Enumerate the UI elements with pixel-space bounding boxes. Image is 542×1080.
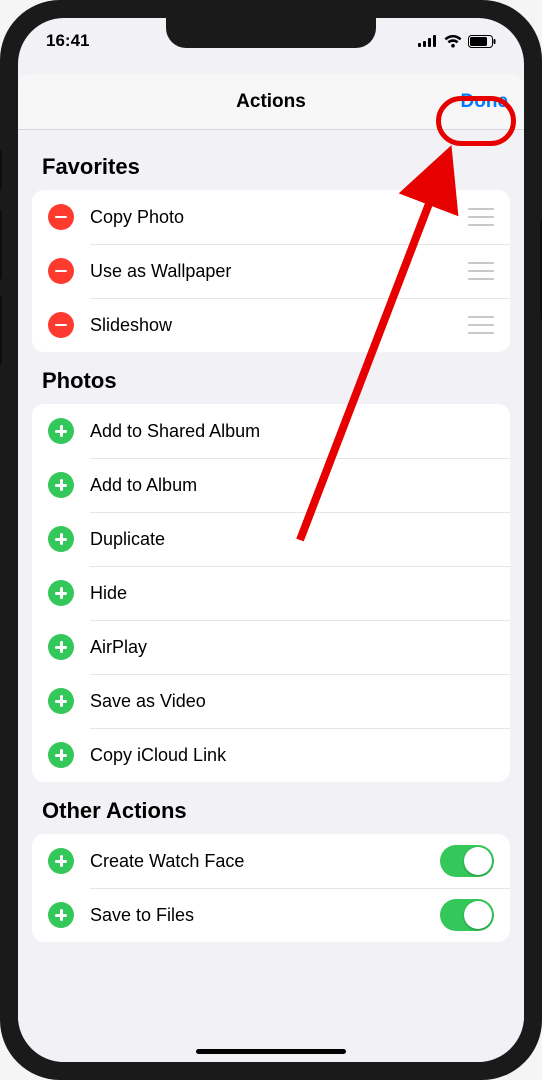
row-label: Hide	[90, 583, 494, 604]
photos-row[interactable]: Copy iCloud Link	[32, 728, 510, 782]
favorites-card: Copy Photo Use as Wallpaper Slideshow	[32, 190, 510, 352]
other-actions-header: Other Actions	[18, 782, 524, 834]
home-indicator[interactable]	[196, 1049, 346, 1054]
navbar: Actions Done	[18, 74, 524, 130]
other-row[interactable]: Create Watch Face	[32, 834, 510, 888]
cellular-signal-icon	[418, 35, 438, 47]
favorites-header: Favorites	[18, 138, 524, 190]
add-icon[interactable]	[48, 688, 74, 714]
remove-icon[interactable]	[48, 258, 74, 284]
row-label: Copy iCloud Link	[90, 745, 494, 766]
add-icon[interactable]	[48, 580, 74, 606]
actions-modal: Actions Done Favorites Copy Photo Use as…	[18, 74, 524, 1062]
wifi-icon	[444, 35, 462, 48]
photos-card: Add to Shared Album Add to Album Duplica…	[32, 404, 510, 782]
status-time: 16:41	[46, 31, 89, 51]
content-scroll[interactable]: Favorites Copy Photo Use as Wallpaper	[18, 130, 524, 1062]
row-label: Copy Photo	[90, 207, 460, 228]
favorites-row[interactable]: Use as Wallpaper	[32, 244, 510, 298]
favorites-row[interactable]: Slideshow	[32, 298, 510, 352]
add-icon[interactable]	[48, 742, 74, 768]
reorder-handle-icon[interactable]	[468, 316, 494, 334]
row-label: Create Watch Face	[90, 851, 440, 872]
row-label: Duplicate	[90, 529, 494, 550]
photos-row[interactable]: Hide	[32, 566, 510, 620]
add-icon[interactable]	[48, 526, 74, 552]
notch	[166, 18, 376, 48]
add-icon[interactable]	[48, 848, 74, 874]
done-button[interactable]: Done	[461, 91, 509, 113]
other-actions-card: Create Watch Face Save to Files	[32, 834, 510, 942]
navbar-title: Actions	[236, 91, 306, 113]
remove-icon[interactable]	[48, 312, 74, 338]
add-icon[interactable]	[48, 902, 74, 928]
row-label: Add to Shared Album	[90, 421, 494, 442]
photos-row[interactable]: Save as Video	[32, 674, 510, 728]
reorder-handle-icon[interactable]	[468, 262, 494, 280]
row-label: Save as Video	[90, 691, 494, 712]
add-icon[interactable]	[48, 418, 74, 444]
add-icon[interactable]	[48, 472, 74, 498]
photos-row[interactable]: Add to Album	[32, 458, 510, 512]
row-label: Add to Album	[90, 475, 494, 496]
row-label: Save to Files	[90, 905, 440, 926]
other-row[interactable]: Save to Files	[32, 888, 510, 942]
favorites-row[interactable]: Copy Photo	[32, 190, 510, 244]
row-label: AirPlay	[90, 637, 494, 658]
battery-icon	[468, 35, 496, 48]
add-icon[interactable]	[48, 634, 74, 660]
remove-icon[interactable]	[48, 204, 74, 230]
photos-row[interactable]: Duplicate	[32, 512, 510, 566]
reorder-handle-icon[interactable]	[468, 208, 494, 226]
photos-header: Photos	[18, 352, 524, 404]
row-label: Use as Wallpaper	[90, 261, 460, 282]
status-icons	[418, 35, 496, 48]
photos-row[interactable]: AirPlay	[32, 620, 510, 674]
toggle-switch[interactable]	[440, 845, 494, 877]
toggle-switch[interactable]	[440, 899, 494, 931]
photos-row[interactable]: Add to Shared Album	[32, 404, 510, 458]
row-label: Slideshow	[90, 315, 460, 336]
